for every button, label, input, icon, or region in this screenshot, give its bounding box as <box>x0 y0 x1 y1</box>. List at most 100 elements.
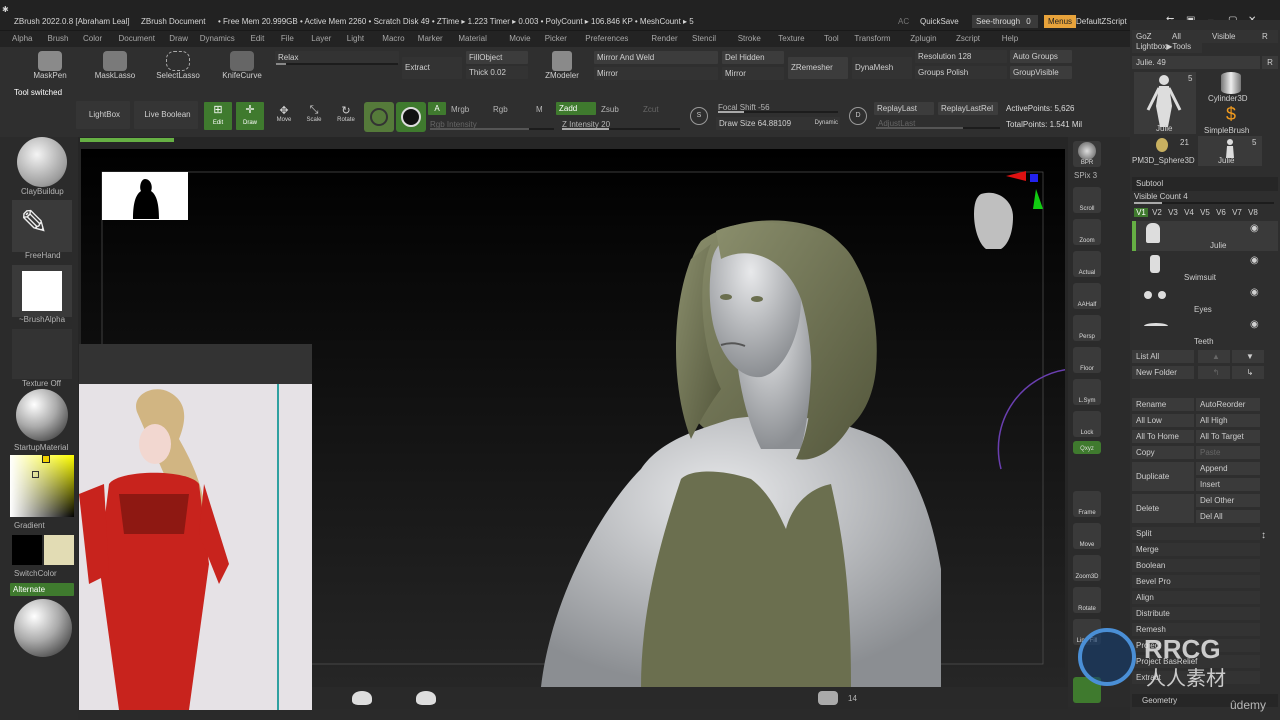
actual-button[interactable]: Actual <box>1073 251 1101 277</box>
subtool-teeth[interactable]: Teeth ◉ <box>1132 317 1278 347</box>
tool-thumb-simplebrush[interactable]: $ SimpleBrush <box>1200 104 1262 135</box>
eye-icon[interactable]: ◉ <box>1250 255 1259 266</box>
menu-render[interactable]: Render <box>651 34 677 43</box>
qxyz-button[interactable]: Qxyz <box>1073 441 1101 454</box>
homepage-toggle[interactable] <box>396 102 426 132</box>
scale-button[interactable]: ⤡ Scale <box>300 104 328 123</box>
subtool-header[interactable]: Subtool <box>1132 177 1278 191</box>
masklasso-button[interactable]: MaskLasso <box>92 51 138 80</box>
color-picker[interactable] <box>10 455 74 517</box>
tool-thumb-julie-2[interactable]: 5 Julie <box>1198 136 1262 166</box>
brush-selector[interactable] <box>12 135 72 195</box>
del-other-button[interactable]: Del Other <box>1196 494 1260 507</box>
menu-stroke[interactable]: Stroke <box>738 34 761 43</box>
selectlasso-button[interactable]: SelectLasso <box>154 51 202 80</box>
version-tab-v4[interactable]: V4 <box>1182 208 1196 217</box>
menu-light[interactable]: Light <box>347 34 364 43</box>
menu-zplugin[interactable]: Zplugin <box>910 34 936 43</box>
subtool-julie[interactable]: Julie ◉ <box>1132 221 1278 251</box>
quicksave-button[interactable]: QuickSave <box>920 17 959 26</box>
version-tab-v8[interactable]: V8 <box>1246 208 1260 217</box>
primary-color-swatch[interactable] <box>12 535 42 565</box>
menu-file[interactable]: File <box>281 34 294 43</box>
eye-icon[interactable]: ◉ <box>1250 223 1259 234</box>
menu-dynamics[interactable]: Dynamics <box>200 34 235 43</box>
lock-button[interactable]: Lock <box>1073 411 1101 437</box>
menu-tool[interactable]: Tool <box>824 34 839 43</box>
menus-toggle[interactable]: Menus <box>1044 15 1077 28</box>
tool-thumb-julie[interactable]: 5 Julie <box>1134 72 1196 134</box>
zoom3d-button[interactable]: Zoom3D <box>1073 555 1101 581</box>
list-all-button[interactable]: List All <box>1132 350 1194 363</box>
dynamesh-button[interactable]: DynaMesh <box>852 57 912 79</box>
current-tool-slider[interactable]: Julie. 49 <box>1132 56 1260 69</box>
menu-macro[interactable]: Macro <box>382 34 404 43</box>
version-tab-v1[interactable]: V1 <box>1134 208 1148 217</box>
all-to-home-button[interactable]: All To Home <box>1132 430 1194 443</box>
thick-slider[interactable]: Thick 0.02 <box>466 66 528 79</box>
lsym-button[interactable]: L.Sym <box>1073 379 1101 405</box>
subtool-eyes[interactable]: Eyes ◉ <box>1132 285 1278 315</box>
r-refresh-button[interactable]: R <box>1262 56 1278 69</box>
bpr-button[interactable]: BPR <box>1073 141 1101 167</box>
duplicate-button[interactable]: Duplicate <box>1132 462 1194 491</box>
zoom-button[interactable]: Zoom <box>1073 219 1101 245</box>
replay-last-button[interactable]: ReplayLast <box>874 102 934 115</box>
menu-picker[interactable]: Picker <box>545 34 567 43</box>
floor-button[interactable]: Floor <box>1073 347 1101 373</box>
default-zscript-button[interactable]: DefaultZScript <box>1076 17 1127 26</box>
del-hidden-button[interactable]: Del Hidden <box>722 51 784 64</box>
insert-button[interactable]: Insert <box>1196 478 1260 491</box>
version-tab-v2[interactable]: V2 <box>1150 208 1164 217</box>
tool-thumb-sphere[interactable]: 21 PM3D_Sphere3D <box>1132 136 1196 166</box>
hue-marker[interactable] <box>42 455 50 463</box>
move-up-button[interactable]: ▲ <box>1198 350 1230 363</box>
zremesher-button[interactable]: ZRemesher <box>788 57 848 79</box>
zadd-button[interactable]: Zadd <box>556 102 596 115</box>
lightbox-tools-button[interactable]: Lightbox▶Tools <box>1132 40 1202 53</box>
menu-brush[interactable]: Brush <box>48 34 69 43</box>
resolution-slider[interactable]: Resolution 128 <box>915 50 1007 63</box>
auto-groups-button[interactable]: Auto Groups <box>1010 50 1072 63</box>
draw-button[interactable]: ✛ Draw <box>236 102 264 130</box>
sculptris-toggle[interactable] <box>364 102 394 132</box>
sculpt-model[interactable] <box>541 220 941 687</box>
version-tab-v5[interactable]: V5 <box>1198 208 1212 217</box>
menu-help[interactable]: Help <box>1002 34 1018 43</box>
ac-label[interactable]: AC <box>898 17 909 26</box>
live-boolean-button[interactable]: Live Boolean <box>134 101 198 129</box>
mirror-button[interactable]: Mirror <box>594 67 718 80</box>
paste-button[interactable]: Paste <box>1196 446 1260 459</box>
version-tab-v7[interactable]: V7 <box>1230 208 1244 217</box>
visible-count[interactable]: Visible Count 4 <box>1134 192 1188 201</box>
knifecurve-button[interactable]: KnifeCurve <box>220 51 264 80</box>
tool-thumb-cylinder[interactable]: Cylinder3D <box>1200 72 1262 103</box>
menu-marker[interactable]: Marker <box>418 34 443 43</box>
menu-layer[interactable]: Layer <box>311 34 331 43</box>
groups-polish-toggle[interactable]: Groups Polish <box>915 66 1007 79</box>
stroke-selector[interactable]: ✎ <box>12 200 72 252</box>
all-high-button[interactable]: All High <box>1196 414 1260 427</box>
move-view-button[interactable]: Move <box>1073 523 1101 549</box>
all-low-button[interactable]: All Low <box>1132 414 1194 427</box>
s-lazy-icon[interactable]: S <box>690 107 708 125</box>
eye-icon[interactable]: ◉ <box>1250 287 1259 298</box>
m-button[interactable]: M <box>536 105 543 114</box>
texture-selector[interactable] <box>12 329 72 379</box>
menu-edit[interactable]: Edit <box>251 34 265 43</box>
append-button[interactable]: Append <box>1196 462 1260 475</box>
orientation-head-gizmo[interactable] <box>974 171 1043 249</box>
mrgb-button[interactable]: Mrgb <box>451 105 469 114</box>
bevel-pro-menu[interactable]: Bevel Pro <box>1132 575 1260 588</box>
maskpen-button[interactable]: MaskPen <box>30 51 70 80</box>
new-folder-button[interactable]: New Folder <box>1132 366 1194 379</box>
delete-button[interactable]: Delete <box>1132 494 1194 523</box>
auto-reorder-button[interactable]: AutoReorder <box>1196 398 1260 411</box>
move-up-arrow-button[interactable]: ↰ <box>1198 366 1230 379</box>
alpha-selector[interactable] <box>12 265 72 317</box>
move-down-arrow-button[interactable]: ↳ <box>1232 366 1264 379</box>
subtool-swimsuit[interactable]: Swimsuit ◉ <box>1132 253 1278 283</box>
visible-button[interactable]: Visible <box>1212 30 1235 43</box>
align-menu[interactable]: Align <box>1132 591 1260 604</box>
menu-texture[interactable]: Texture <box>778 34 804 43</box>
